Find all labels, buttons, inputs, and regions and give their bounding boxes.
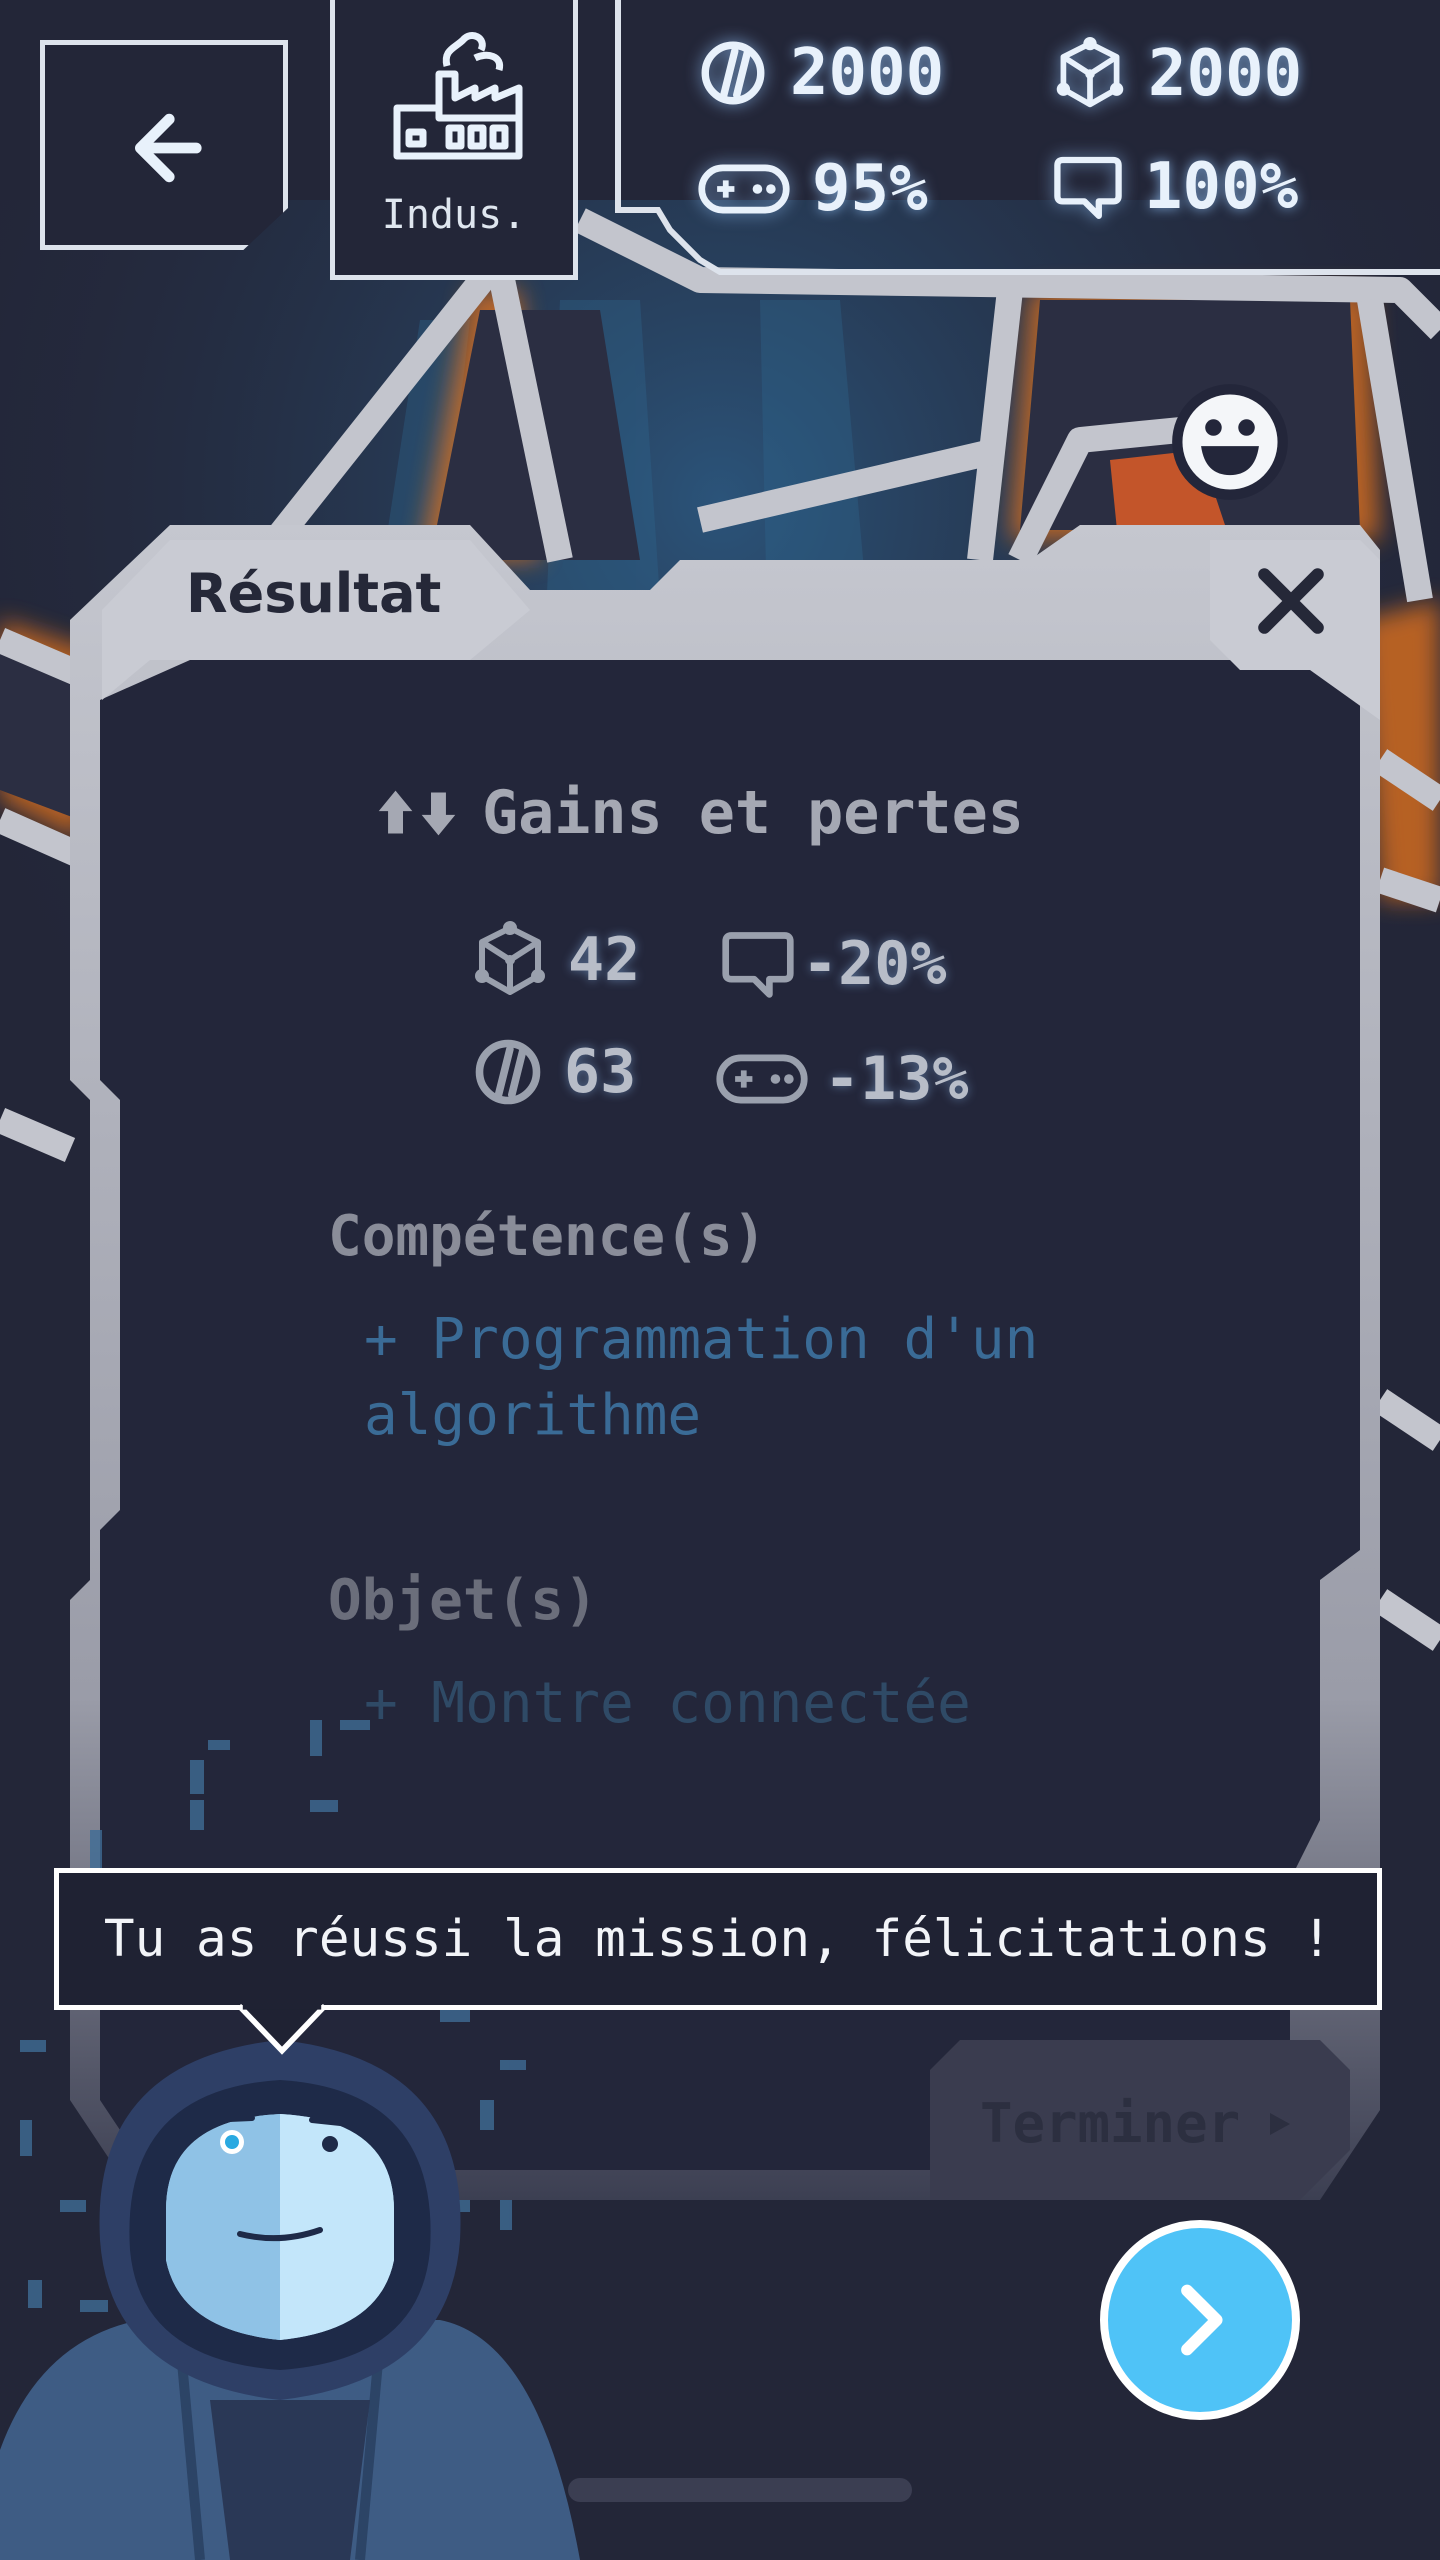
- arrow-left-icon: [135, 113, 202, 183]
- dialog-text: Tu as réussi la mission, félicitations !: [103, 1909, 1333, 1969]
- gains-heading-text: Gains et pertes: [482, 778, 1024, 848]
- gain-social-value: -20%: [802, 929, 947, 999]
- speech-bubble-icon: [722, 932, 794, 998]
- gains-heading: Gains et pertes: [372, 778, 1024, 848]
- chevron-right-icon: [1181, 2284, 1223, 2356]
- gain-data: 42: [470, 920, 640, 1000]
- speech-bubble-icon: [1054, 156, 1122, 219]
- back-button[interactable]: [40, 40, 288, 250]
- factory-icon: [393, 32, 523, 160]
- speech-bubble-tail: [237, 2004, 327, 2055]
- gamepad-icon: [716, 1054, 808, 1104]
- gain-social: -20%: [720, 926, 947, 1002]
- gain-data-value: 42: [568, 925, 641, 995]
- coins-stat: 2000: [696, 36, 944, 110]
- gain-coins-value: 63: [564, 1037, 637, 1107]
- gamepad-icon: [698, 164, 790, 214]
- hooded-character-avatar: [0, 2040, 580, 2560]
- object-item: + Montre connectée: [364, 1671, 971, 1736]
- up-down-arrows-icon: [378, 790, 456, 836]
- skill-item: + Programmation d'un algorithme: [364, 1307, 1039, 1448]
- modal-title: Résultat: [186, 562, 442, 625]
- gain-fun-value: -13%: [824, 1044, 969, 1114]
- finish-label: Terminer: [980, 2092, 1241, 2155]
- cube-network-icon: [475, 921, 545, 995]
- smiley-icon: [1172, 384, 1288, 500]
- coin-icon: [475, 1039, 541, 1105]
- fun-stat: 95%: [696, 152, 928, 226]
- objects-heading: Objet(s): [328, 1568, 598, 1633]
- data-stat: 2000: [1052, 36, 1302, 112]
- play-triangle-icon: [1270, 2112, 1291, 2135]
- fun-value: 95%: [812, 152, 928, 226]
- gain-fun: -13%: [714, 1044, 969, 1114]
- social-value: 100%: [1144, 150, 1299, 224]
- skills-heading: Compétence(s): [328, 1204, 767, 1269]
- cube-network-icon: [1056, 36, 1124, 108]
- coin-icon: [701, 41, 765, 105]
- industry-label: Indus.: [381, 192, 527, 238]
- coins-value: 2000: [790, 36, 945, 110]
- gain-coins: 63: [470, 1034, 636, 1110]
- finish-button[interactable]: Terminer: [980, 2092, 1294, 2155]
- social-stat: 100%: [1052, 150, 1298, 224]
- speech-bubble: Tu as réussi la mission, félicitations !: [54, 1868, 1382, 2010]
- close-icon[interactable]: [1250, 560, 1332, 642]
- next-button[interactable]: [1100, 2220, 1300, 2420]
- data-value: 2000: [1148, 37, 1303, 111]
- industry-card: Indus.: [330, 0, 578, 280]
